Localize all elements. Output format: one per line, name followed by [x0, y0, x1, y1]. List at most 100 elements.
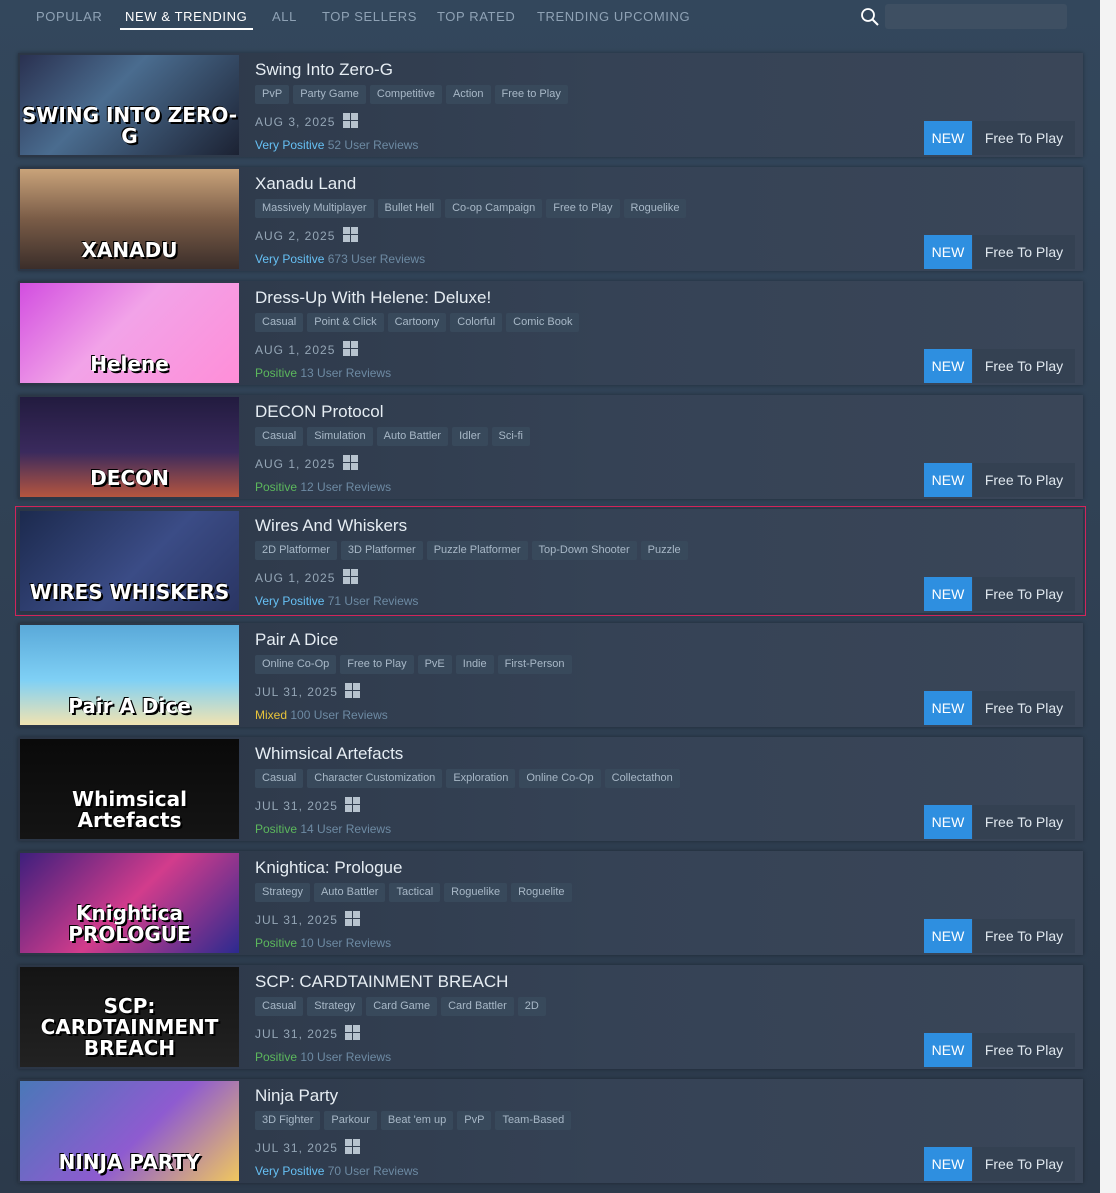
game-tag[interactable]: Point & Click — [307, 313, 384, 332]
new-badge[interactable]: NEW — [924, 1033, 972, 1067]
game-tag[interactable]: Parkour — [324, 1111, 377, 1130]
game-tag[interactable]: Team-Based — [495, 1111, 572, 1130]
tab-new-and-trending[interactable]: NEW & TRENDING — [125, 9, 247, 24]
game-title[interactable]: Dress-Up With Helene: Deluxe! — [255, 288, 491, 308]
game-capsule-image[interactable]: DECON — [20, 397, 239, 497]
game-tag[interactable]: Competitive — [369, 85, 442, 104]
game-tag[interactable]: 2D — [517, 997, 546, 1016]
game-title[interactable]: Knightica: Prologue — [255, 858, 402, 878]
tab-top-sellers[interactable]: TOP SELLERS — [322, 9, 417, 24]
game-row[interactable]: Whimsical Artefacts Whimsical Artefacts … — [18, 737, 1083, 841]
game-tag[interactable]: PvP — [457, 1111, 492, 1130]
game-tag[interactable]: Comic Book — [506, 313, 580, 332]
game-title[interactable]: Pair A Dice — [255, 630, 338, 650]
game-capsule-image[interactable]: NINJA PARTY — [20, 1081, 239, 1181]
game-tag[interactable]: Free to Play — [494, 85, 568, 104]
game-capsule-image[interactable]: SWING INTO ZERO-G — [20, 55, 239, 155]
new-badge[interactable]: NEW — [924, 919, 972, 953]
game-tag[interactable]: Idler — [452, 427, 488, 446]
game-tag[interactable]: Indie — [455, 655, 494, 674]
price-button[interactable]: Free To Play — [973, 577, 1075, 611]
game-tag[interactable]: Auto Battler — [376, 427, 449, 446]
game-tag[interactable]: Online Co-Op — [255, 655, 337, 674]
new-badge[interactable]: NEW — [924, 121, 972, 155]
game-row[interactable]: DECON DECON Protocol Casual Simulation Aut… — [18, 395, 1083, 499]
game-tag[interactable]: Puzzle Platformer — [426, 541, 528, 560]
new-badge[interactable]: NEW — [924, 691, 972, 725]
game-tag[interactable]: Strategy — [307, 997, 363, 1016]
game-tag[interactable]: Sci-fi — [491, 427, 530, 446]
game-tag[interactable]: Character Customization — [307, 769, 443, 788]
game-tag[interactable]: Cartoony — [387, 313, 447, 332]
game-tag[interactable]: Puzzle — [640, 541, 688, 560]
game-tag[interactable]: PvE — [417, 655, 452, 674]
price-button[interactable]: Free To Play — [973, 349, 1075, 383]
game-title[interactable]: Ninja Party — [255, 1086, 338, 1106]
game-title[interactable]: Whimsical Artefacts — [255, 744, 403, 764]
price-button[interactable]: Free To Play — [973, 805, 1075, 839]
search-icon[interactable] — [860, 7, 880, 27]
game-tag[interactable]: Card Battler — [441, 997, 514, 1016]
game-row[interactable]: Pair A Dice Pair A Dice Online Co-Op Free… — [18, 623, 1083, 727]
scrollbar-track[interactable] — [1100, 0, 1116, 1193]
game-row[interactable]: NINJA PARTY Ninja Party 3D Fighter Parkou… — [18, 1079, 1083, 1183]
game-capsule-image[interactable]: Whimsical Artefacts — [20, 739, 239, 839]
new-badge[interactable]: NEW — [924, 577, 972, 611]
game-capsule-image[interactable]: Pair A Dice — [20, 625, 239, 725]
game-tag[interactable]: Auto Battler — [313, 883, 386, 902]
game-capsule-image[interactable]: SCP: CARDTAINMENT BREACH — [20, 967, 239, 1067]
game-tag[interactable]: First-Person — [497, 655, 572, 674]
game-tag[interactable]: Co-op Campaign — [445, 199, 543, 218]
search-input[interactable] — [885, 4, 1067, 29]
game-tag[interactable]: Beat 'em up — [380, 1111, 454, 1130]
game-tag[interactable]: Casual — [255, 769, 304, 788]
game-tag[interactable]: Free to Play — [340, 655, 414, 674]
game-row[interactable]: WIRES WHISKERS Wires And Whiskers 2D Pla… — [15, 506, 1086, 616]
game-tag[interactable]: Colorful — [450, 313, 503, 332]
new-badge[interactable]: NEW — [924, 349, 972, 383]
game-row[interactable]: SWING INTO ZERO-G Swing Into Zero-G PvP P… — [18, 53, 1083, 157]
game-tag[interactable]: Party Game — [293, 85, 366, 104]
game-row[interactable]: Knightica PROLOGUE Knightica: Prologue S… — [18, 851, 1083, 955]
game-title[interactable]: Xanadu Land — [255, 174, 356, 194]
tab-top-rated[interactable]: TOP RATED — [437, 9, 515, 24]
game-tag[interactable]: Card Game — [366, 997, 438, 1016]
game-row[interactable]: SCP: CARDTAINMENT BREACH SCP: CARDTAINME… — [18, 965, 1083, 1069]
game-tag[interactable]: Casual — [255, 997, 304, 1016]
game-capsule-image[interactable]: WIRES WHISKERS — [20, 511, 239, 611]
tab-popular[interactable]: POPULAR — [36, 9, 102, 24]
price-button[interactable]: Free To Play — [973, 691, 1075, 725]
game-tag[interactable]: Simulation — [307, 427, 373, 446]
game-title[interactable]: DECON Protocol — [255, 402, 383, 422]
game-tag[interactable]: Online Co-Op — [519, 769, 601, 788]
price-button[interactable]: Free To Play — [973, 1033, 1075, 1067]
game-tag[interactable]: 2D Platformer — [255, 541, 337, 560]
game-title[interactable]: Swing Into Zero-G — [255, 60, 393, 80]
game-tag[interactable]: Tactical — [389, 883, 441, 902]
game-tag[interactable]: PvP — [255, 85, 290, 104]
game-tag[interactable]: Roguelike — [444, 883, 508, 902]
game-tag[interactable]: Action — [445, 85, 491, 104]
price-button[interactable]: Free To Play — [973, 121, 1075, 155]
game-tag[interactable]: Collectathon — [604, 769, 680, 788]
new-badge[interactable]: NEW — [924, 805, 972, 839]
game-tag[interactable]: Top-Down Shooter — [531, 541, 637, 560]
price-button[interactable]: Free To Play — [973, 919, 1075, 953]
game-title[interactable]: SCP: CARDTAINMENT BREACH — [255, 972, 508, 992]
tab-all[interactable]: ALL — [272, 9, 297, 24]
game-tag[interactable]: Massively Multiplayer — [255, 199, 374, 218]
game-row[interactable]: XANADU Xanadu Land Massively Multiplayer… — [18, 167, 1083, 271]
new-badge[interactable]: NEW — [924, 235, 972, 269]
game-title[interactable]: Wires And Whiskers — [255, 516, 407, 536]
tab-trending-upcoming[interactable]: TRENDING UPCOMING — [537, 9, 690, 24]
new-badge[interactable]: NEW — [924, 463, 972, 497]
game-tag[interactable]: 3D Platformer — [340, 541, 423, 560]
game-tag[interactable]: Exploration — [446, 769, 516, 788]
game-capsule-image[interactable]: Helene — [20, 283, 239, 383]
game-capsule-image[interactable]: XANADU — [20, 169, 239, 269]
game-tag[interactable]: Roguelike — [623, 199, 687, 218]
game-tag[interactable]: 3D Fighter — [255, 1111, 321, 1130]
game-tag[interactable]: Casual — [255, 427, 304, 446]
price-button[interactable]: Free To Play — [973, 463, 1075, 497]
price-button[interactable]: Free To Play — [973, 1147, 1075, 1181]
